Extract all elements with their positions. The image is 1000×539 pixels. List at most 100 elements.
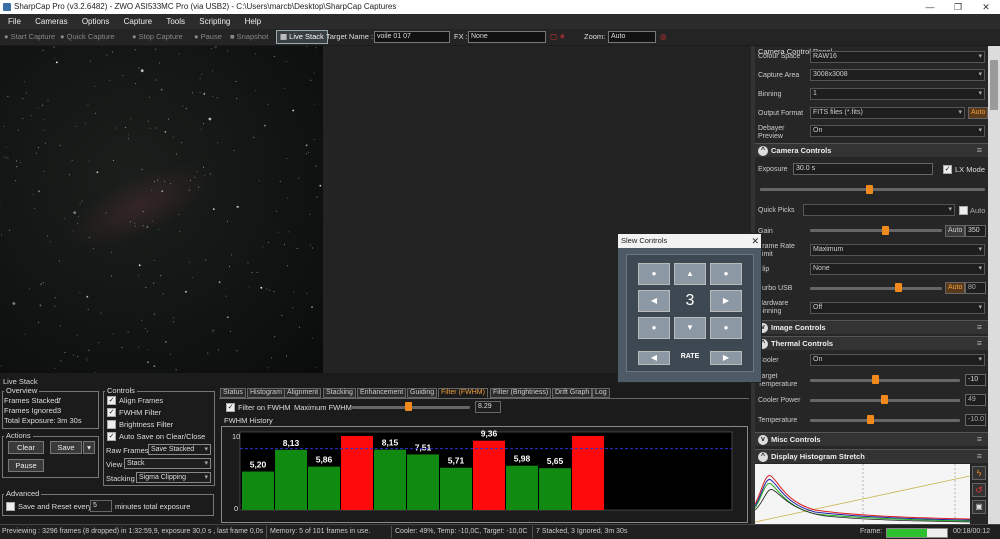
right-panel-scrollbar[interactable] [988,46,1000,524]
reticle-icon[interactable]: ▢ ✳ [550,29,565,45]
rate-decrease-button[interactable]: ◀ [638,351,670,365]
menu-capture[interactable]: Capture [124,17,152,26]
slew-southeast-button[interactable]: ● [710,317,742,339]
maximize-button[interactable]: ❐ [944,0,972,14]
pause-stack-button[interactable]: Pause [8,459,44,472]
hardware-binning-select[interactable]: Off [810,302,985,314]
slew-northeast-button[interactable]: ● [710,263,742,285]
zoom-select[interactable]: Auto [608,31,656,43]
lx-mode-checkbox[interactable]: ✓ [943,165,952,174]
debayer-preview-select[interactable]: On [810,125,985,137]
auto-stretch-icon[interactable]: ϟ [972,466,986,480]
save-button[interactable]: Save [50,441,82,454]
tab-drift-graph[interactable]: Drift Graph [552,388,593,398]
tab-guiding[interactable]: Guiding [407,388,438,398]
fwhm-filter-checkbox[interactable]: ✓ [107,408,116,417]
capture-area-select[interactable]: 3008x3008 [810,69,985,81]
target-temperature-value[interactable]: -10 [965,374,986,386]
turbo-usb-slider-track[interactable] [810,287,942,290]
turbo-usb-value[interactable]: 80 [965,282,986,294]
section-menu-icon[interactable]: ≡ [977,337,982,350]
menu-scripting[interactable]: Scripting [199,17,230,26]
gain-slider-knob[interactable] [882,226,889,235]
tab-enhancement[interactable]: Enhancement [357,388,407,398]
tab-log[interactable]: Log [592,388,610,398]
tab-alignment[interactable]: Alignment [284,388,322,398]
flip-select[interactable]: None [810,263,985,275]
align-frames-checkbox[interactable]: ✓ [107,396,116,405]
sky-preview-image[interactable] [0,46,323,373]
turbo-usb-auto-button[interactable]: Auto [945,282,966,294]
slew-west-button[interactable]: ◀ [638,290,670,312]
stacking-select[interactable]: Sigma Clipping [136,472,211,483]
slew-east-button[interactable]: ▶ [710,290,742,312]
slew-southwest-button[interactable]: ● [638,317,670,339]
slew-south-button[interactable]: ▼ [674,317,706,339]
slew-dialog-titlebar[interactable]: Slew Controls ✕ [618,234,761,248]
menu-tools[interactable]: Tools [166,17,185,26]
tab-histogram[interactable]: Histogram [247,388,285,398]
maximum-fwhm-value[interactable]: 8.29 [475,401,501,413]
brightness-filter-checkbox[interactable] [107,420,116,429]
thermal-controls-header[interactable]: ^ Thermal Controls ≡ [755,336,988,350]
frame-rate-limit-select[interactable]: Maximum [810,244,985,256]
clear-button[interactable]: Clear [8,441,44,454]
save-dropdown-button[interactable]: ▾ [83,441,95,454]
menu-help[interactable]: Help [245,17,261,26]
histogram-plot[interactable] [755,464,971,524]
live-stack-button[interactable]: ▦ Live Stack [276,30,328,44]
camera-controls-header[interactable]: ^ Camera Controls ≡ [755,143,988,157]
turbo-usb-slider-knob[interactable] [895,283,902,292]
snapshot-button[interactable]: ■ Snapshot [230,29,268,45]
pause-button[interactable]: ● Pause [194,29,222,45]
save-reset-checkbox[interactable] [6,502,15,511]
stop-capture-button[interactable]: ● Stop Capture [132,29,183,45]
tab-status[interactable]: Status [220,388,246,398]
menu-cameras[interactable]: Cameras [35,17,67,26]
quick-capture-button[interactable]: ● Quick Capture [60,29,115,45]
exposure-slider-knob[interactable] [866,185,873,194]
scrollbar-thumb[interactable] [990,60,998,110]
section-menu-icon[interactable]: ≡ [977,433,982,446]
misc-controls-header[interactable]: v Misc Controls ≡ [755,432,988,446]
auto-save-checkbox[interactable]: ✓ [107,432,116,441]
slew-close-button[interactable]: ✕ [751,234,759,248]
image-controls-header[interactable]: v Image Controls ≡ [755,320,988,334]
save-stretch-icon[interactable]: ▣ [972,500,986,514]
quick-picks-select[interactable] [803,204,955,216]
zoom-fit-icon[interactable]: ◎ [660,29,667,45]
menu-options[interactable]: Options [82,17,110,26]
slew-northwest-button[interactable]: ● [638,263,670,285]
tab-stacking[interactable]: Stacking [323,388,356,398]
gain-slider-track[interactable] [810,229,942,232]
close-button[interactable]: ✕ [972,0,1000,14]
slew-north-button[interactable]: ▲ [674,263,706,285]
histogram-stretch-header[interactable]: ^ Display Histogram Stretch ≡ [755,449,988,463]
view-select[interactable]: Stack [124,458,211,469]
gain-value[interactable]: 350 [965,225,986,237]
output-format-select[interactable]: FITS files (*.fits) [810,107,965,119]
section-menu-icon[interactable]: ≡ [977,144,982,157]
quick-picks-auto-checkbox[interactable] [959,206,968,215]
gain-auto-button[interactable]: Auto [945,225,966,237]
menu-file[interactable]: File [8,17,21,26]
start-capture-button[interactable]: ● Start Capture [4,29,55,45]
minimize-button[interactable]: — [916,0,944,14]
target-temp-slider-track[interactable] [810,379,960,382]
target-name-input[interactable]: voile 01 07 [374,31,450,43]
section-menu-icon[interactable]: ≡ [977,321,982,334]
raw-frames-select[interactable]: Save Stacked [148,444,211,455]
tab-filter-fwhm[interactable]: Filter (FWHM) [438,388,488,398]
save-reset-minutes-input[interactable]: 5 [90,500,112,512]
tab-filter-brightness[interactable]: Filter (Brightness) [490,388,552,398]
colour-space-select[interactable]: RAW16 [810,51,985,63]
rate-increase-button[interactable]: ▶ [710,351,742,365]
maximum-fwhm-slider-knob[interactable] [405,402,412,411]
binning-select[interactable]: 1 [810,88,985,100]
target-temp-slider-knob[interactable] [872,375,879,384]
filter-on-fwhm-checkbox[interactable]: ✓ [226,403,235,412]
output-auto-button[interactable]: Auto [968,107,988,119]
exposure-input[interactable]: 30.0 s [793,163,933,175]
reset-stretch-icon[interactable]: ↺ [972,483,986,497]
section-menu-icon[interactable]: ≡ [977,450,982,463]
